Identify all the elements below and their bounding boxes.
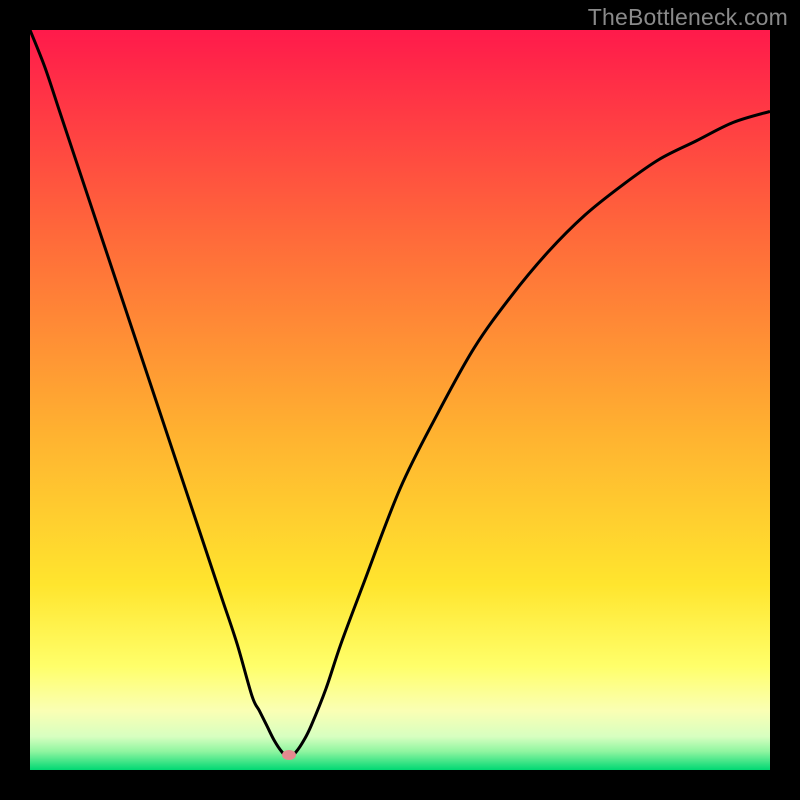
optimum-marker bbox=[282, 750, 296, 760]
watermark-text: TheBottleneck.com bbox=[588, 4, 788, 31]
chart-frame bbox=[30, 30, 770, 770]
chart-curve bbox=[30, 30, 770, 770]
